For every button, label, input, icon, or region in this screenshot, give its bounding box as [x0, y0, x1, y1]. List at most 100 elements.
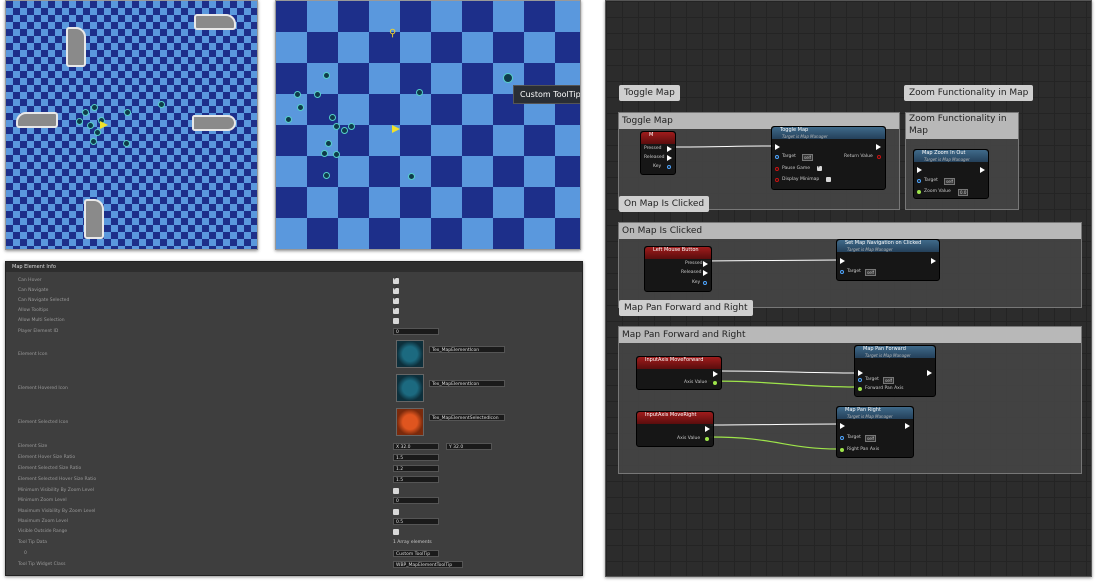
- display-minimap-pin[interactable]: [775, 178, 779, 182]
- min-zoom-level-input[interactable]: 0: [393, 497, 439, 504]
- element-hovered-icon-thumbnail[interactable]: [396, 374, 424, 402]
- tooltip-widget-class-select[interactable]: WBP_MapElementToolTip: [393, 561, 463, 568]
- map-element-marker[interactable]: [123, 140, 130, 147]
- map-element-marker[interactable]: [333, 151, 340, 158]
- map-pan-forward-node[interactable]: Map Pan Forward Target is Map Manager Tar…: [854, 345, 936, 397]
- exec-out-pin[interactable]: [980, 167, 985, 173]
- player-element-id-input[interactable]: 0: [393, 328, 439, 335]
- input-axis-moveforward-node[interactable]: InputAxis MoveForward Axis Value: [636, 356, 722, 390]
- right-pan-axis-pin[interactable]: [840, 448, 844, 452]
- element-size-x-input[interactable]: X 32.0: [393, 443, 439, 450]
- selected-hover-size-ratio-input[interactable]: 1.5: [393, 476, 439, 483]
- element-hovered-icon-select[interactable]: Tex_MapElementIcon: [429, 380, 505, 387]
- target-pin[interactable]: [858, 378, 862, 382]
- blueprint-graph[interactable]: Toggle Map Toggle Map Zoom Functionality…: [605, 0, 1092, 577]
- key-out-pin[interactable]: [703, 281, 707, 285]
- exec-out-pin[interactable]: [713, 371, 718, 377]
- map-element-marker[interactable]: [94, 129, 101, 136]
- visible-outside-range-checkbox[interactable]: [393, 529, 399, 535]
- element-selected-icon-select[interactable]: Tex_MapElementSelectedIcon: [429, 414, 505, 421]
- exec-in-pin[interactable]: [840, 423, 845, 429]
- display-minimap-checkbox[interactable]: [826, 177, 831, 182]
- target-pin[interactable]: [917, 179, 921, 183]
- map-element-marker[interactable]: [76, 118, 83, 125]
- exec-out-pin[interactable]: [667, 146, 672, 152]
- exec-out-pin[interactable]: [905, 423, 910, 429]
- map-element-marker[interactable]: [314, 91, 321, 98]
- map-element-marker[interactable]: [82, 109, 89, 116]
- map-element-marker[interactable]: [158, 101, 165, 108]
- max-zoom-level-input[interactable]: 0.5: [393, 518, 439, 525]
- map-view-zoomed[interactable]: ⚲ Custom ToolTip: [275, 0, 581, 250]
- map-view-full[interactable]: [5, 0, 258, 250]
- exec-out-pin[interactable]: [876, 144, 881, 150]
- exec-in-pin[interactable]: [858, 370, 863, 376]
- map-element-marker[interactable]: [91, 104, 98, 111]
- exec-out-pin[interactable]: [667, 155, 672, 161]
- return-value-pin[interactable]: [877, 155, 881, 159]
- left-mouse-button-node[interactable]: Left Mouse Button Pressed Released Key: [644, 246, 712, 292]
- can-hover-checkbox[interactable]: [393, 275, 399, 284]
- element-icon-select[interactable]: Tex_MapElementIcon: [429, 346, 505, 353]
- exec-in-pin[interactable]: [775, 144, 780, 150]
- key-out-pin[interactable]: [667, 165, 671, 169]
- map-element-marker[interactable]: [294, 91, 301, 98]
- map-element-marker[interactable]: [341, 127, 348, 134]
- zoom-value-pin[interactable]: [917, 190, 921, 194]
- can-navigate-checkbox[interactable]: [393, 285, 399, 294]
- min-visibility-checkbox[interactable]: [393, 488, 399, 494]
- exec-out-pin[interactable]: [927, 370, 932, 376]
- axis-value-pin[interactable]: [705, 437, 709, 441]
- tooltip-item-select[interactable]: Custom ToolTip: [393, 550, 439, 557]
- map-pan-right-node[interactable]: Map Pan Right Target is Map Manager Targe…: [836, 406, 914, 458]
- element-size-y-input[interactable]: Y 32.0: [446, 443, 492, 450]
- map-element-marker[interactable]: [285, 116, 292, 123]
- self-value: self: [865, 435, 877, 442]
- allow-tooltips-checkbox[interactable]: [393, 305, 399, 314]
- map-element-marker[interactable]: [325, 140, 332, 147]
- exec-out-pin[interactable]: [703, 261, 708, 267]
- m-key-event-node[interactable]: M Pressed Released Key: [640, 131, 676, 175]
- zoom-value-input[interactable]: 0.0: [958, 189, 969, 196]
- input-axis-moveright-node[interactable]: InputAxis MoveRight Axis Value: [636, 411, 714, 447]
- forward-pan-axis-pin[interactable]: [858, 387, 862, 391]
- map-element-marker[interactable]: [348, 123, 355, 130]
- map-element-marker[interactable]: [90, 138, 97, 145]
- map-element-marker[interactable]: [408, 173, 415, 180]
- exec-out-pin[interactable]: [703, 270, 708, 276]
- pause-game-pin[interactable]: [775, 167, 779, 171]
- map-element-marker[interactable]: [333, 123, 340, 130]
- element-selected-icon-thumbnail[interactable]: [396, 408, 424, 436]
- pause-game-checkbox[interactable]: [817, 163, 822, 171]
- hover-size-ratio-input[interactable]: 1.5: [393, 454, 439, 461]
- map-element-marker[interactable]: [87, 122, 94, 129]
- exec-in-pin[interactable]: [917, 167, 922, 173]
- pin-label: Released: [681, 270, 702, 275]
- map-element-marker[interactable]: [323, 172, 330, 179]
- map-element-marker-hovered[interactable]: [503, 73, 513, 83]
- row-label: Can Navigate Selected: [18, 298, 70, 303]
- exec-out-pin[interactable]: [705, 426, 710, 432]
- target-pin[interactable]: [840, 436, 844, 440]
- axis-value-pin[interactable]: [713, 381, 717, 385]
- obstacle: [16, 112, 58, 128]
- map-element-marker[interactable]: [329, 114, 336, 121]
- exec-in-pin[interactable]: [840, 258, 845, 264]
- map-element-marker[interactable]: [124, 109, 131, 116]
- target-pin[interactable]: [775, 155, 779, 159]
- toggle-map-node[interactable]: Toggle Map Target is Map Manager Target s…: [771, 126, 886, 190]
- exec-out-pin[interactable]: [931, 258, 936, 264]
- map-element-marker[interactable]: [321, 150, 328, 157]
- allow-multi-selection-checkbox[interactable]: [393, 318, 399, 324]
- target-pin[interactable]: [840, 270, 844, 274]
- map-zoom-node[interactable]: Map Zoom In Out Target is Map Manager Tar…: [913, 149, 989, 199]
- set-map-navigation-node[interactable]: Set Map Navigation on Clicked Target is M…: [836, 239, 940, 281]
- selected-size-ratio-input[interactable]: 1.2: [393, 465, 439, 472]
- max-visibility-checkbox[interactable]: [393, 509, 399, 515]
- row-label: Minimum Visibility By Zoom Level: [18, 488, 95, 493]
- map-element-marker[interactable]: [297, 104, 304, 111]
- can-navigate-selected-checkbox[interactable]: [393, 295, 399, 304]
- map-element-marker[interactable]: [323, 72, 330, 79]
- map-element-marker[interactable]: [416, 89, 423, 96]
- element-icon-thumbnail[interactable]: [396, 340, 424, 368]
